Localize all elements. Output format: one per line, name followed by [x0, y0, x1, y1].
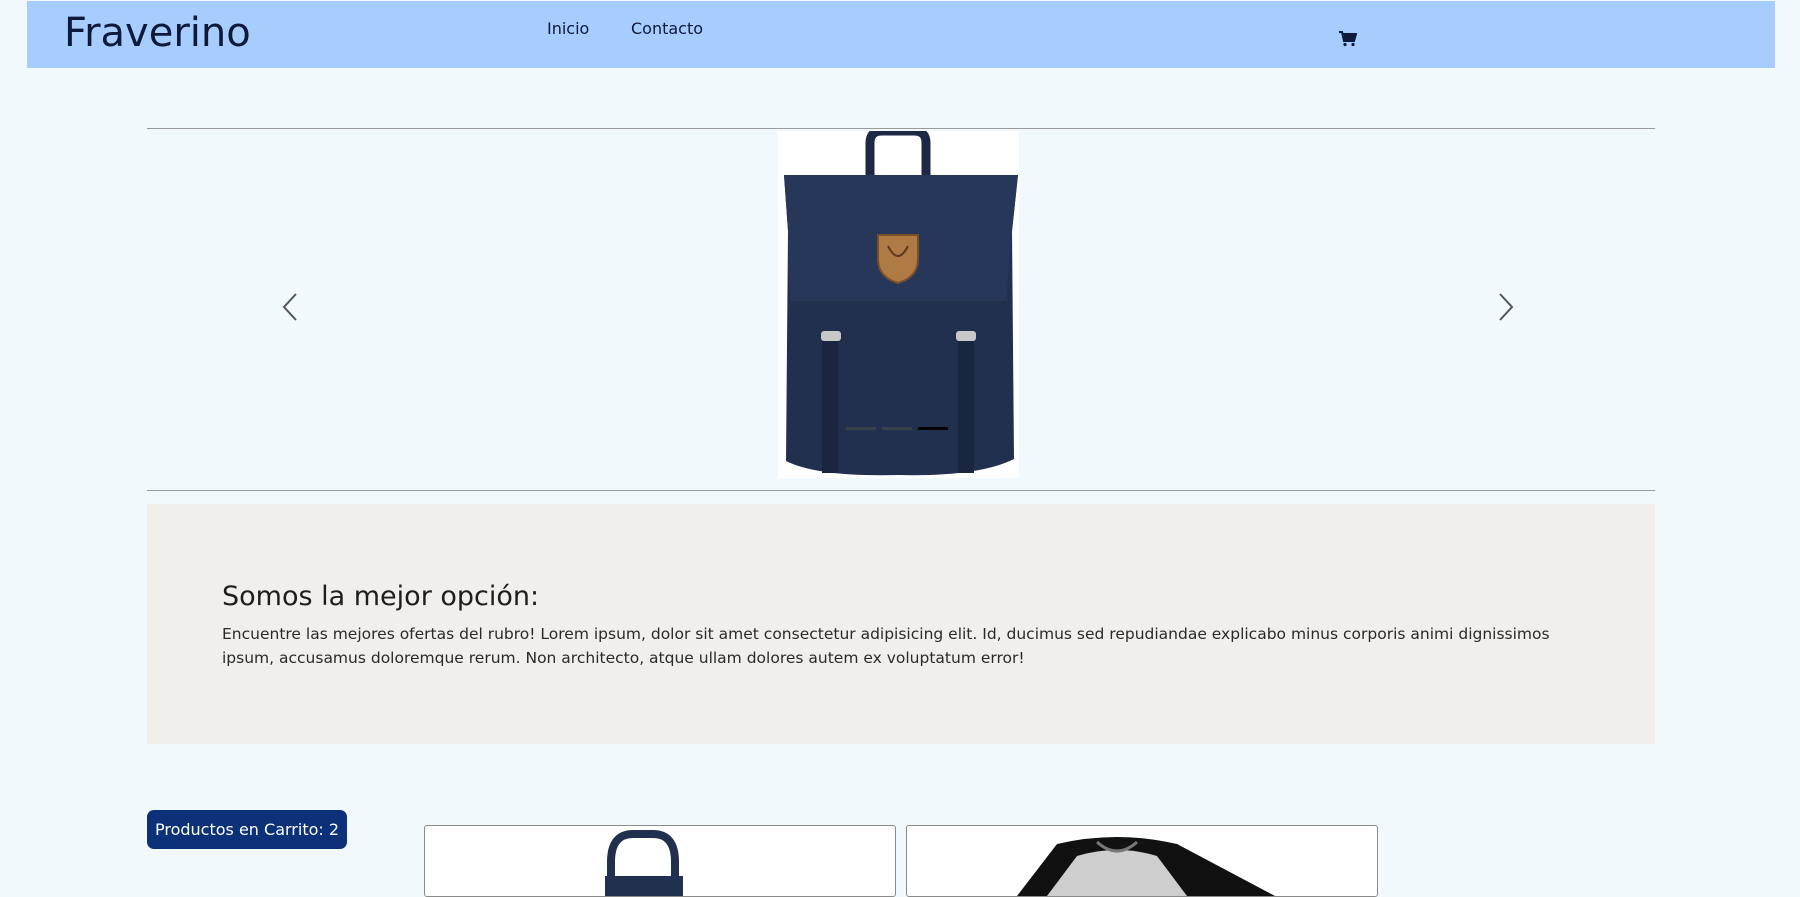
- brand-logo[interactable]: Fraverino: [64, 10, 251, 56]
- about-title: Somos la mejor opción:: [222, 581, 540, 612]
- product-card[interactable]: [906, 825, 1378, 897]
- nav-link-contacto[interactable]: Contacto: [631, 19, 703, 38]
- chevron-right-icon[interactable]: [1494, 290, 1516, 324]
- cart-count-badge[interactable]: Productos en Carrito: 2: [147, 810, 348, 849]
- carousel-indicators: [846, 427, 948, 430]
- carousel-indicator-3[interactable]: [918, 427, 948, 430]
- nav-link-inicio[interactable]: Inicio: [547, 19, 589, 38]
- product-carousel: [147, 128, 1655, 491]
- carousel-indicator-2[interactable]: [882, 427, 912, 430]
- about-text: Encuentre las mejores ofertas del rubro!…: [222, 625, 1550, 667]
- navbar: Fraverino Inicio Contacto: [27, 1, 1775, 68]
- product-card[interactable]: [424, 825, 896, 897]
- product-card-backpack-image: [605, 830, 683, 896]
- about-section: Somos la mejor opción: Encuentre las mej…: [147, 504, 1655, 744]
- carousel-indicator-1[interactable]: [846, 427, 876, 430]
- carousel-slide-backpack-image: [778, 131, 1019, 478]
- product-card-shirt-image: [1017, 837, 1275, 896]
- chevron-left-icon[interactable]: [280, 290, 302, 324]
- shopping-cart-icon[interactable]: [1339, 31, 1357, 47]
